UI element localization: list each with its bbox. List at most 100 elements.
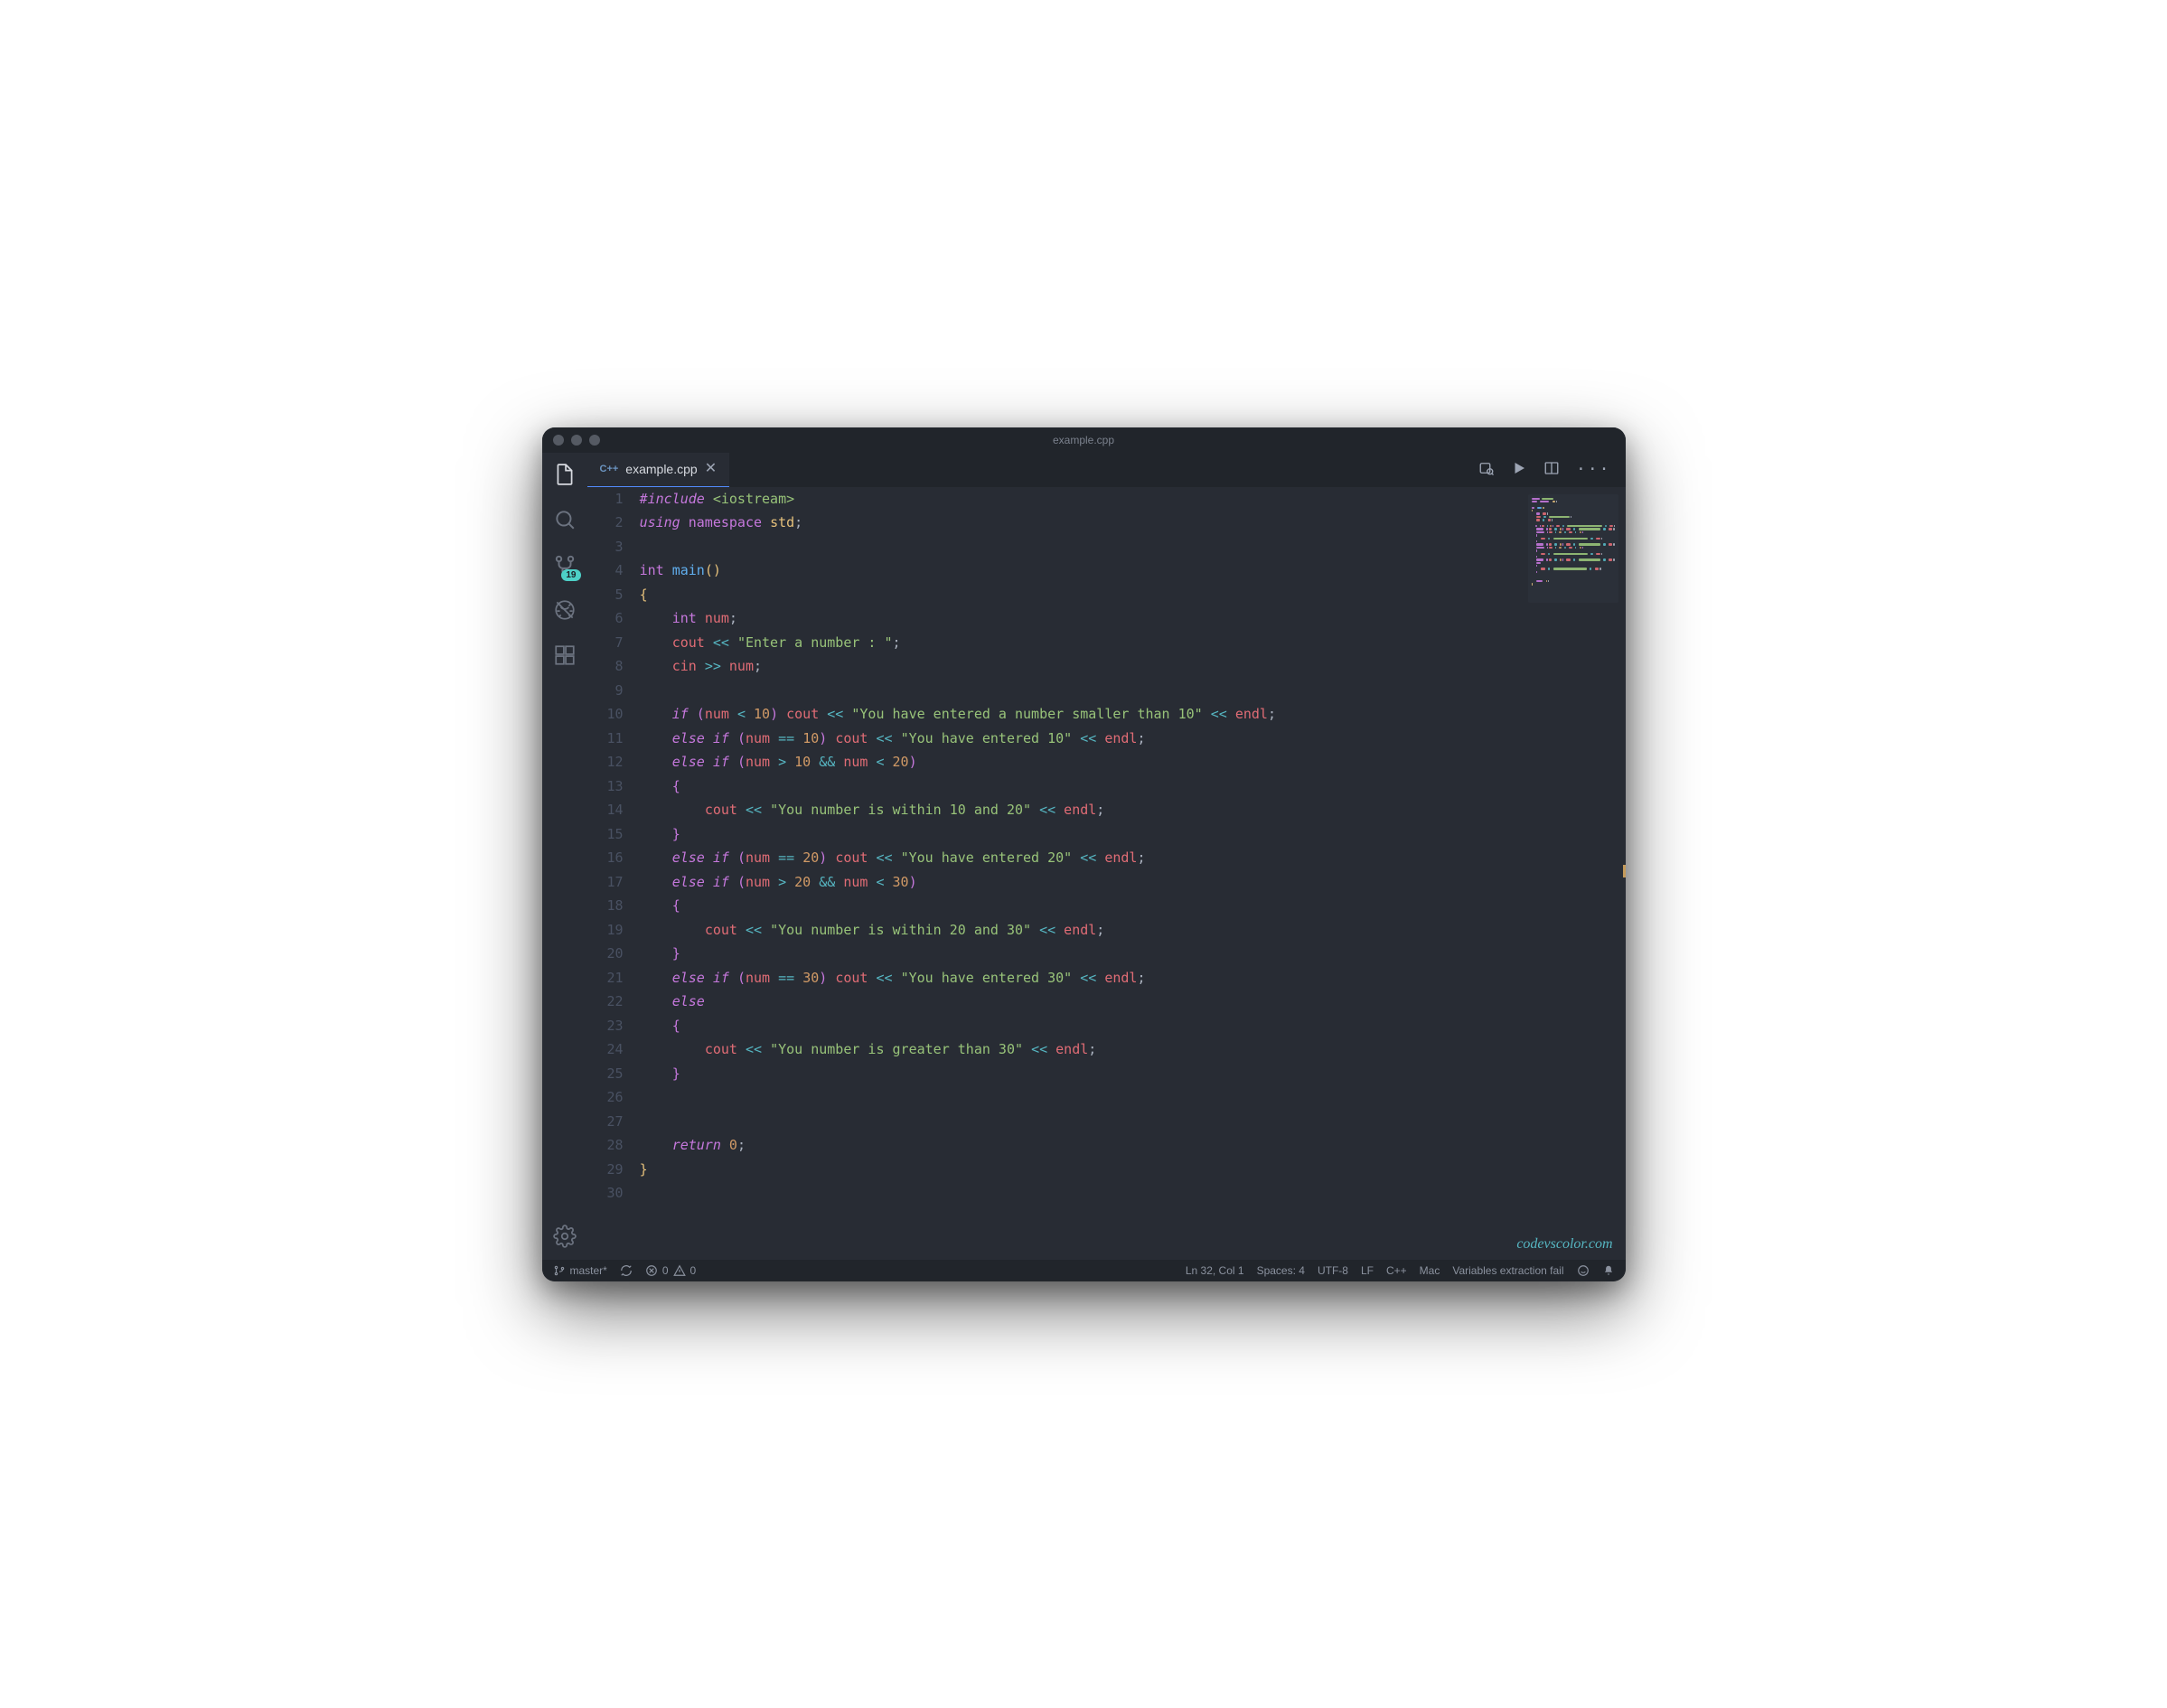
code-line[interactable]: { <box>640 894 1290 918</box>
code-line[interactable]: { <box>640 774 1290 799</box>
scroll-marker <box>1623 865 1626 877</box>
code-line[interactable] <box>640 1181 1290 1206</box>
status-os[interactable]: Mac <box>1420 1264 1440 1277</box>
extensions-icon[interactable] <box>552 643 577 668</box>
status-bell-icon[interactable] <box>1602 1264 1615 1277</box>
split-editor-icon[interactable] <box>1543 460 1560 480</box>
line-number: 5 <box>587 583 640 607</box>
explorer-icon[interactable] <box>552 462 577 487</box>
code-line[interactable]: else if (num == 10) cout << "You have en… <box>640 727 1290 751</box>
line-number: 6 <box>587 606 640 631</box>
line-number: 28 <box>587 1133 640 1158</box>
code-line[interactable]: else if (num == 30) cout << "You have en… <box>640 966 1290 990</box>
line-number: 30 <box>587 1181 640 1206</box>
status-bar: master* 0 0 Ln 32, Col 1 Spaces: 4 UTF-8… <box>542 1260 1626 1281</box>
find-toggle-icon[interactable] <box>1478 460 1495 480</box>
status-sync-icon[interactable] <box>620 1264 633 1277</box>
status-encoding[interactable]: UTF-8 <box>1318 1264 1348 1277</box>
code-line[interactable] <box>640 535 1290 559</box>
code-line[interactable]: else if (num > 10 && num < 20) <box>640 750 1290 774</box>
line-number: 14 <box>587 798 640 822</box>
status-branch[interactable]: master* <box>553 1264 607 1277</box>
minimap[interactable] <box>1528 494 1618 603</box>
titlebar: example.cpp <box>542 427 1626 453</box>
line-number: 15 <box>587 822 640 847</box>
line-number: 10 <box>587 702 640 727</box>
status-eol[interactable]: LF <box>1361 1264 1374 1277</box>
code-line[interactable]: cout << "You number is greater than 30" … <box>640 1037 1290 1062</box>
minimize-window-dot[interactable] <box>571 435 582 446</box>
status-language[interactable]: C++ <box>1386 1264 1407 1277</box>
code-line[interactable]: #include <iostream> <box>640 487 1290 511</box>
line-number: 11 <box>587 727 640 751</box>
watermark: codevscolor.com <box>1516 1236 1612 1253</box>
code-line[interactable]: } <box>640 942 1290 966</box>
code-line[interactable] <box>640 1110 1290 1134</box>
code-table: 1#include <iostream>2using namespace std… <box>587 487 1290 1206</box>
line-number: 29 <box>587 1158 640 1182</box>
line-number: 25 <box>587 1062 640 1086</box>
status-problems[interactable]: 0 0 <box>645 1264 696 1277</box>
status-message[interactable]: Variables extraction fail <box>1452 1264 1563 1277</box>
code-line[interactable]: cout << "You number is within 10 and 20"… <box>640 798 1290 822</box>
line-number: 22 <box>587 990 640 1014</box>
status-cursor[interactable]: Ln 32, Col 1 <box>1186 1264 1244 1277</box>
scm-badge: 19 <box>561 569 580 581</box>
line-number: 26 <box>587 1085 640 1110</box>
code-line[interactable] <box>640 679 1290 703</box>
code-line[interactable]: using namespace std; <box>640 511 1290 535</box>
line-number: 12 <box>587 750 640 774</box>
settings-gear-icon[interactable] <box>552 1224 577 1249</box>
code-line[interactable]: { <box>640 1014 1290 1038</box>
code-line[interactable]: else if (num > 20 && num < 30) <box>640 870 1290 895</box>
line-number: 27 <box>587 1110 640 1134</box>
line-number: 23 <box>587 1014 640 1038</box>
line-number: 9 <box>587 679 640 703</box>
line-number: 4 <box>587 558 640 583</box>
tab-example-cpp[interactable]: C++ example.cpp ✕ <box>587 453 730 487</box>
editor-window: example.cpp 19 <box>542 427 1626 1281</box>
code-line[interactable]: if (num < 10) cout << "You have entered … <box>640 702 1290 727</box>
debug-icon[interactable] <box>552 597 577 623</box>
line-number: 13 <box>587 774 640 799</box>
code-line[interactable] <box>640 1085 1290 1110</box>
code-line[interactable]: cout << "Enter a number : "; <box>640 631 1290 655</box>
code-line[interactable]: else <box>640 990 1290 1014</box>
run-icon[interactable] <box>1511 460 1527 480</box>
activity-bar: 19 <box>542 453 587 1260</box>
code-line[interactable]: cin >> num; <box>640 654 1290 679</box>
tab-close-icon[interactable]: ✕ <box>705 462 717 476</box>
code-line[interactable]: int main() <box>640 558 1290 583</box>
status-feedback-icon[interactable] <box>1577 1264 1590 1277</box>
code-line[interactable]: else if (num == 20) cout << "You have en… <box>640 846 1290 870</box>
tab-lang-badge: C++ <box>600 464 619 474</box>
line-number: 3 <box>587 535 640 559</box>
line-number: 7 <box>587 631 640 655</box>
status-indent[interactable]: Spaces: 4 <box>1257 1264 1305 1277</box>
tab-filename: example.cpp <box>625 462 697 476</box>
code-line[interactable]: int num; <box>640 606 1290 631</box>
code-line[interactable]: } <box>640 1062 1290 1086</box>
code-editor[interactable]: 1#include <iostream>2using namespace std… <box>587 487 1626 1260</box>
code-line[interactable]: } <box>640 1158 1290 1182</box>
close-window-dot[interactable] <box>553 435 564 446</box>
line-number: 1 <box>587 487 640 511</box>
line-number: 20 <box>587 942 640 966</box>
search-icon[interactable] <box>552 507 577 532</box>
code-line[interactable]: cout << "You number is within 20 and 30"… <box>640 918 1290 943</box>
code-line[interactable]: } <box>640 822 1290 847</box>
source-control-icon[interactable]: 19 <box>552 552 577 577</box>
tab-bar: C++ example.cpp ✕ ··· <box>587 453 1626 487</box>
line-number: 2 <box>587 511 640 535</box>
code-line[interactable]: { <box>640 583 1290 607</box>
editor-actions: ··· <box>1464 453 1626 487</box>
zoom-window-dot[interactable] <box>589 435 600 446</box>
line-number: 21 <box>587 966 640 990</box>
body: 19 C++ example.cpp ✕ <box>542 453 1626 1260</box>
line-number: 16 <box>587 846 640 870</box>
line-number: 17 <box>587 870 640 895</box>
code-line[interactable]: return 0; <box>640 1133 1290 1158</box>
more-actions-icon[interactable]: ··· <box>1576 460 1611 479</box>
line-number: 24 <box>587 1037 640 1062</box>
window-title: example.cpp <box>542 434 1626 446</box>
